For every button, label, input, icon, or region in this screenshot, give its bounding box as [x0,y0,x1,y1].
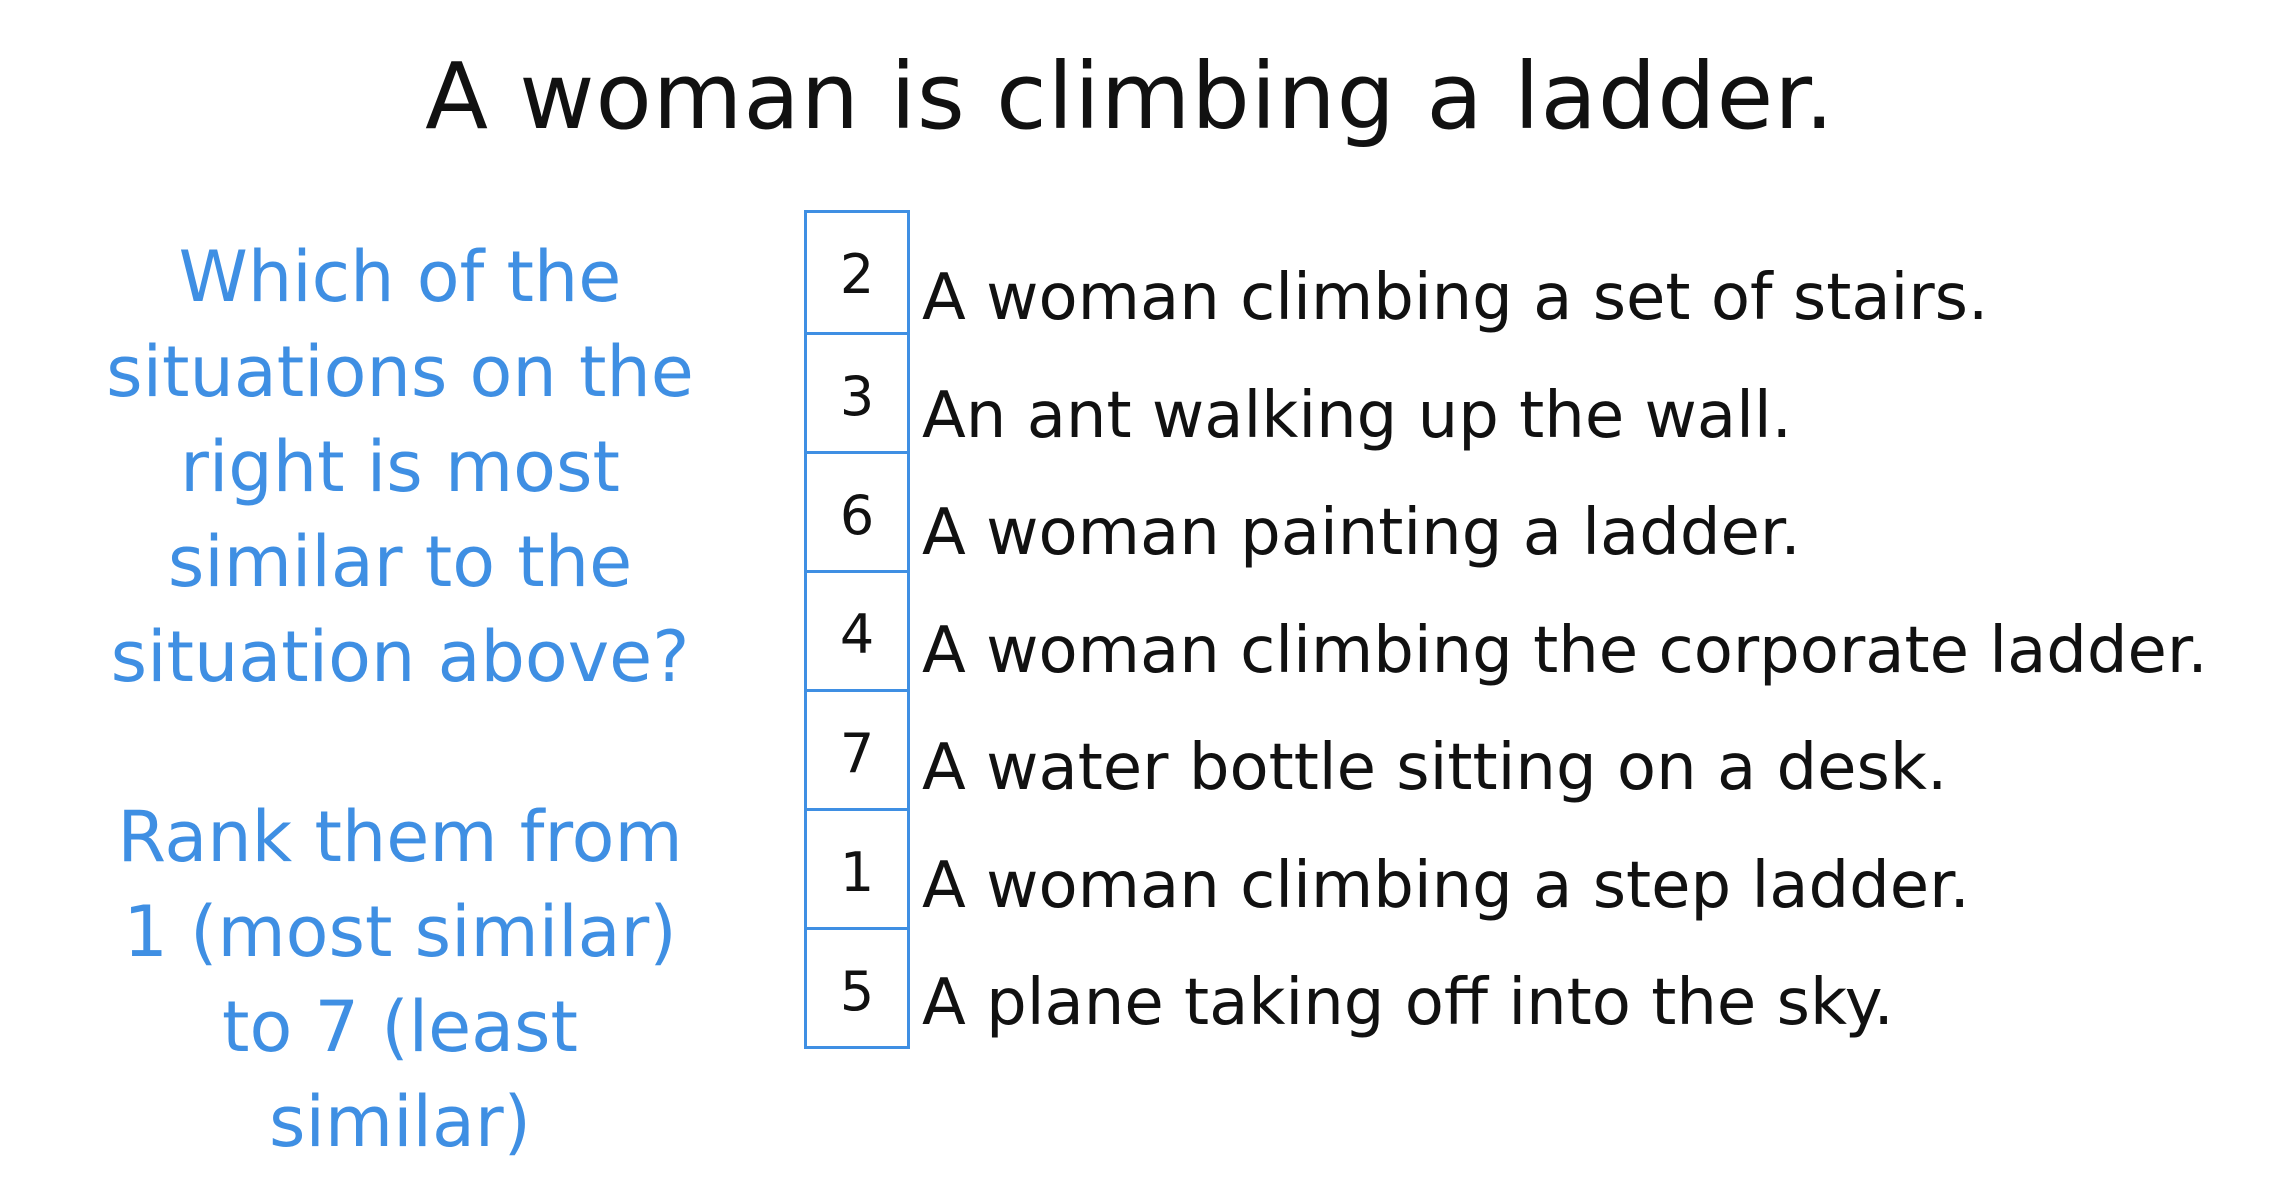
rank-instruction-line: similar) [269,1081,531,1163]
rank-instruction-line: to 7 (least [222,986,578,1068]
question-line: Which of the [178,236,622,318]
question-line: situation above? [110,616,690,698]
rank-box[interactable]: 2 [807,210,907,332]
situation-item: A water bottle sitting on a desk. [922,731,1948,805]
rank-instruction-line: Rank them from [117,796,683,878]
situation-item: A woman climbing a set of stairs. [922,261,1989,335]
rank-instruction-line: 1 (most similar) [123,891,677,973]
situation-item: An ant walking up the wall. [922,378,1792,453]
question-line: similar to the [167,521,633,603]
question-prompt: Which of the situations on the right is … [40,230,760,705]
rank-box[interactable]: 1 [807,808,907,927]
situation-list: A woman climbing a set of stairs. An ant… [922,240,2282,1063]
situation-item: A woman painting a ladder. [922,496,1801,570]
rank-instruction: Rank them from 1 (most similar) to 7 (le… [40,790,760,1170]
question-line: situations on the [106,331,694,413]
rank-box[interactable]: 7 [807,689,907,808]
rank-box[interactable]: 6 [807,451,907,570]
rank-box[interactable]: 4 [807,570,907,689]
question-line: right is most [180,426,620,508]
situation-item: A woman climbing the corporate ladder. [922,613,2208,688]
situation-item: A plane taking off into the sky. [922,966,1894,1040]
rank-box[interactable]: 3 [807,332,907,451]
situation-item: A woman climbing a step ladder. [922,848,1970,923]
rank-column: 2 3 6 4 7 1 5 [804,210,910,1049]
page-title: A woman is climbing a ladder. [425,43,1835,150]
rank-box[interactable]: 5 [807,927,907,1046]
